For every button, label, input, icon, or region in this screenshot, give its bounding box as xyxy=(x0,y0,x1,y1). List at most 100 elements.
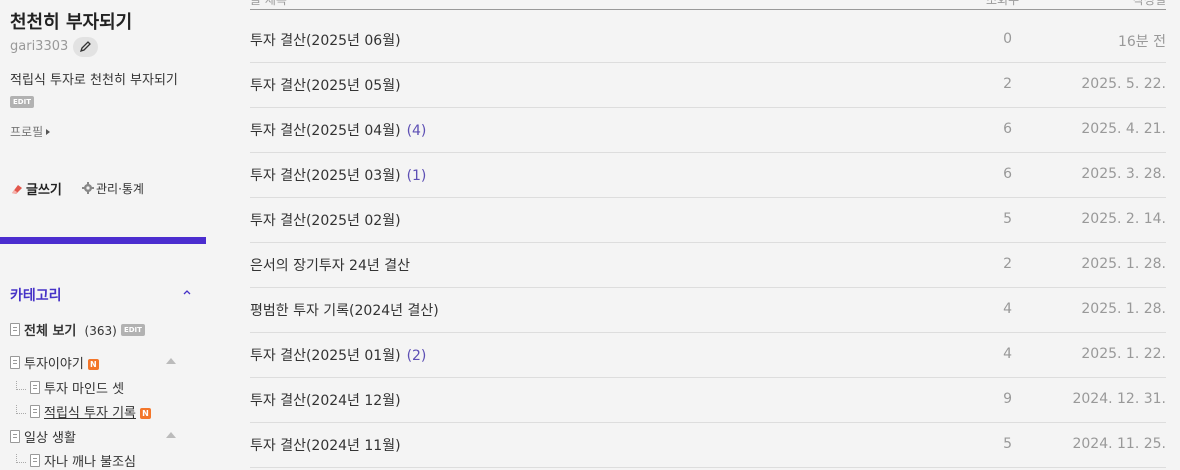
profile-link[interactable]: 프로필 xyxy=(10,123,51,140)
post-date: 2025. 5. 22. xyxy=(1081,76,1166,92)
category-subitem[interactable]: 적립식 투자 기록 N xyxy=(10,402,151,421)
post-title[interactable]: 투자 결산(2025년 04월) (4) xyxy=(250,120,426,140)
caret-right-icon xyxy=(46,129,51,135)
new-badge: N xyxy=(140,408,151,419)
category-label: 자나 깨나 불조심 xyxy=(44,455,136,470)
post-title-text: 투자 결산(2025년 05월) xyxy=(250,78,401,94)
sidebar: 천천히 부자되기 gari3303 적립식 투자로 천천히 부자되기 EDIT … xyxy=(0,0,206,470)
view-count: 0 xyxy=(1003,31,1012,47)
collapse-arrow-icon[interactable] xyxy=(166,432,176,438)
category-header: 카테고리 xyxy=(10,288,62,304)
category-subitem[interactable]: 자나 깨나 불조심 xyxy=(10,451,136,470)
new-badge: N xyxy=(87,359,99,370)
post-title[interactable]: 투자 결산(2025년 03월) (1) xyxy=(250,165,426,185)
view-count: 5 xyxy=(1003,211,1012,227)
write-post-link[interactable]: 글쓰기 xyxy=(10,179,62,198)
post-date: 2025. 1. 28. xyxy=(1081,301,1166,317)
post-date: 16분 전 xyxy=(1117,34,1166,50)
tree-line xyxy=(16,381,26,390)
document-icon xyxy=(10,430,20,443)
post-row[interactable]: 투자 결산(2025년 01월) (2) 4 2025. 1. 22. xyxy=(250,332,1166,378)
tree-line xyxy=(16,454,26,463)
post-title-text: 투자 결산(2025년 03월) xyxy=(250,168,401,184)
post-title[interactable]: 투자 결산(2025년 02월) xyxy=(250,210,407,230)
post-row[interactable]: 평범한 투자 기록(2024년 결산) 4 2025. 1. 28. xyxy=(250,287,1166,333)
pencil-icon xyxy=(79,41,91,53)
post-row[interactable]: 투자 결산(2025년 06월) 0 16분 전 xyxy=(250,17,1166,63)
post-row[interactable]: 투자 결산(2025년 02월) 5 2025. 2. 14. xyxy=(250,197,1166,243)
post-date: 2025. 4. 21. xyxy=(1081,121,1166,137)
admin-label: 관리·통계 xyxy=(96,182,144,196)
document-icon xyxy=(10,356,20,369)
document-icon xyxy=(10,323,20,336)
view-count: 4 xyxy=(1003,346,1012,362)
comment-count: (1) xyxy=(406,168,427,184)
tree-line xyxy=(16,405,26,414)
category-all-count: (363) xyxy=(84,324,117,338)
user-id: gari3303 xyxy=(10,39,69,54)
document-icon xyxy=(30,454,40,467)
post-row[interactable]: 투자 결산(2025년 03월) (1) 6 2025. 3. 28. xyxy=(250,152,1166,198)
category-label: 투자이야기 xyxy=(24,357,84,372)
write-label: 글쓰기 xyxy=(26,183,62,198)
post-title[interactable]: 투자 결산(2025년 05월) xyxy=(250,75,407,95)
post-title[interactable]: 평범한 투자 기록(2024년 결산) xyxy=(250,300,445,320)
post-row[interactable]: 투자 결산(2024년 11월) 5 2024. 11. 25. xyxy=(250,422,1166,468)
post-row[interactable]: 투자 결산(2025년 04월) (4) 6 2025. 4. 21. xyxy=(250,107,1166,153)
post-title[interactable]: 투자 결산(2024년 12월) xyxy=(250,390,407,410)
category-item[interactable]: 투자이야기 N xyxy=(10,353,99,372)
header-title: 글 제목 xyxy=(250,0,287,7)
post-date: 2025. 2. 14. xyxy=(1081,211,1166,227)
view-count: 6 xyxy=(1003,121,1012,137)
collapse-arrow-icon[interactable] xyxy=(166,358,176,364)
eraser-pencil-icon xyxy=(12,185,22,194)
blog-title[interactable]: 천천히 부자되기 xyxy=(10,8,132,34)
view-count: 2 xyxy=(1003,256,1012,272)
category-subitem[interactable]: 투자 마인드 셋 xyxy=(10,378,124,397)
view-count: 6 xyxy=(1003,166,1012,182)
post-row[interactable]: 투자 결산(2024년 12월) 9 2024. 12. 31. xyxy=(250,377,1166,423)
post-date: 2024. 11. 25. xyxy=(1072,436,1166,452)
view-count: 4 xyxy=(1003,301,1012,317)
sidebar-divider xyxy=(0,237,206,244)
post-title-text: 투자 결산(2024년 11월) xyxy=(250,438,401,454)
post-title[interactable]: 투자 결산(2025년 06월) xyxy=(250,30,407,50)
category-all[interactable]: 전체 보기 (363) EDIT xyxy=(10,320,145,339)
edit-profile-button[interactable] xyxy=(73,37,98,57)
post-row[interactable]: 투자 결산(2025년 05월) 2 2025. 5. 22. xyxy=(250,62,1166,108)
category-all-label: 전체 보기 xyxy=(24,324,77,339)
comment-count: (4) xyxy=(406,123,427,139)
post-title[interactable]: 투자 결산(2024년 11월) xyxy=(250,435,407,455)
edit-category-badge[interactable]: EDIT xyxy=(120,324,145,336)
post-title[interactable]: 투자 결산(2025년 01월) (2) xyxy=(250,345,426,365)
post-date: 2024. 12. 31. xyxy=(1072,391,1166,407)
gear-icon xyxy=(82,182,94,194)
post-date: 2025. 1. 22. xyxy=(1081,346,1166,362)
comment-count: (2) xyxy=(406,348,427,364)
category-label: 적립식 투자 기록 xyxy=(44,406,136,421)
post-date: 2025. 3. 28. xyxy=(1081,166,1166,182)
header-views: 조회수 xyxy=(986,0,1020,7)
category-label: 투자 마인드 셋 xyxy=(44,382,125,397)
document-icon xyxy=(30,381,40,394)
post-list-header: 글 제목 조회수 작성일 xyxy=(250,0,1166,10)
post-date: 2025. 1. 28. xyxy=(1081,256,1166,272)
edit-description-badge[interactable]: EDIT xyxy=(10,96,34,108)
post-title-text: 투자 결산(2025년 06월) xyxy=(250,33,401,49)
post-title-text: 투자 결산(2025년 02월) xyxy=(250,213,401,229)
category-label: 일상 생활 xyxy=(24,431,76,446)
blog-description: 적립식 투자로 천천히 부자되기 EDIT xyxy=(10,69,195,115)
post-title[interactable]: 은서의 장기투자 24년 결산 xyxy=(250,255,416,275)
document-icon xyxy=(30,405,40,418)
view-count: 5 xyxy=(1003,436,1012,452)
post-title-text: 투자 결산(2025년 04월) xyxy=(250,123,401,139)
category-item[interactable]: 일상 생활 xyxy=(10,427,76,446)
post-title-text: 평범한 투자 기록(2024년 결산) xyxy=(250,303,439,319)
admin-stats-link[interactable]: 관리·통계 xyxy=(82,180,144,197)
post-title-text: 은서의 장기투자 24년 결산 xyxy=(250,258,410,274)
view-count: 2 xyxy=(1003,76,1012,92)
post-title-text: 투자 결산(2024년 12월) xyxy=(250,393,401,409)
post-row[interactable]: 은서의 장기투자 24년 결산 2 2025. 1. 28. xyxy=(250,242,1166,288)
header-date: 작성일 xyxy=(1132,0,1166,7)
chevron-up-icon[interactable] xyxy=(182,288,192,296)
